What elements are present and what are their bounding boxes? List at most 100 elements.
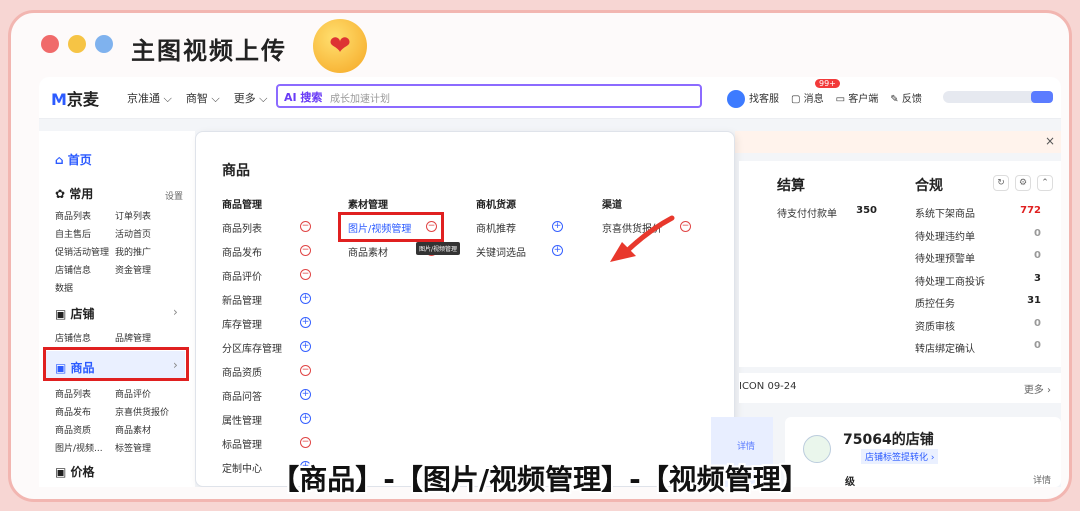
remove-favorite-icon[interactable]: − xyxy=(300,437,311,448)
compliance-label[interactable]: 转店绑定确认 xyxy=(915,340,975,355)
common-items: 商品列表 订单列表 自主售后 活动首页 促销活动管理 我的推广 店铺信息 资金管… xyxy=(55,209,175,294)
ai-search-box[interactable]: AI 搜索 成长加速计划 xyxy=(276,84,702,108)
more-link[interactable]: 更多 › xyxy=(1024,381,1051,396)
list-item[interactable]: 促销活动管理 xyxy=(55,245,115,258)
menu-item[interactable]: 商品发布 xyxy=(222,244,262,259)
list-item[interactable]: 标签管理 xyxy=(115,441,175,454)
col-head-material: 素材管理 xyxy=(348,200,388,211)
list-item[interactable]: 店铺信息 xyxy=(55,263,115,276)
nav-shangzhi[interactable]: 商智 ⌵ xyxy=(186,90,220,106)
menu-item[interactable]: 商品列表 xyxy=(222,220,262,235)
feedback-button[interactable]: ✎ 反馈 xyxy=(890,90,922,108)
add-favorite-icon[interactable]: + xyxy=(300,389,311,400)
user-account[interactable] xyxy=(943,91,1053,103)
refresh-icon[interactable]: ↻ xyxy=(993,175,1009,191)
list-item[interactable]: 商品列表 xyxy=(55,209,115,222)
col-head-product-mgmt: 商品管理 xyxy=(222,200,262,211)
strip-date: ICON 09-24 xyxy=(739,381,797,392)
kiss-face-emoji-icon: ❤ xyxy=(313,19,367,73)
list-item[interactable]: 数据 xyxy=(55,281,115,294)
remove-favorite-icon[interactable]: − xyxy=(300,221,311,232)
list-item[interactable]: 商品发布 xyxy=(55,405,115,418)
sidebar-section-store[interactable]: ▣ 店铺 xyxy=(55,305,95,322)
compliance-value: 3 xyxy=(1034,272,1041,284)
list-item[interactable]: 商品素材 xyxy=(115,423,175,436)
list-item[interactable]: 我的推广 xyxy=(115,245,175,258)
compliance-label[interactable]: 待处理预警单 xyxy=(915,250,975,265)
avatar xyxy=(1031,91,1053,103)
list-item[interactable]: 商品评价 xyxy=(115,387,175,400)
menu-item[interactable]: 新品管理 xyxy=(222,292,262,307)
add-favorite-icon[interactable]: + xyxy=(300,341,311,352)
red-arrow-icon xyxy=(610,215,675,262)
settle-value: 350 xyxy=(856,205,877,216)
menu-item[interactable]: 分区库存管理 xyxy=(222,340,282,355)
list-item[interactable]: 资金管理 xyxy=(115,263,175,276)
common-settings-link[interactable]: 设置 xyxy=(165,189,183,202)
remove-favorite-icon[interactable]: − xyxy=(300,245,311,256)
list-item[interactable]: 自主售后 xyxy=(55,227,115,240)
app-logo[interactable]: M京麦 xyxy=(51,86,99,110)
list-item[interactable]: 活动首页 xyxy=(115,227,175,240)
nav-jingzhuntong[interactable]: 京准通 ⌵ xyxy=(127,90,172,106)
section-strip: ICON 09-24 更多 › xyxy=(739,373,1061,403)
menu-item[interactable]: 标品管理 xyxy=(222,436,262,451)
compliance-label[interactable]: 待处理违约单 xyxy=(915,228,975,243)
gear-icon[interactable]: ⚙ xyxy=(1015,175,1031,191)
panel-title: 商品 xyxy=(222,163,250,179)
notice-bar: × xyxy=(735,131,1061,153)
chevron-right-icon: › xyxy=(173,305,178,319)
service-button[interactable]: 找客服 xyxy=(727,90,779,108)
highlight-box-product xyxy=(43,347,189,381)
compliance-label[interactable]: 系统下架商品 xyxy=(915,205,975,220)
detail-link[interactable]: 详情 xyxy=(737,439,755,452)
menu-item[interactable]: 商品资质 xyxy=(222,364,262,379)
list-item[interactable]: 品牌管理 xyxy=(115,331,175,344)
compliance-label[interactable]: 质控任务 xyxy=(915,295,955,310)
nav-more[interactable]: 更多 ⌵ xyxy=(234,90,268,106)
add-favorite-icon[interactable]: + xyxy=(300,413,311,424)
remove-favorite-icon[interactable]: − xyxy=(300,269,311,280)
menu-item[interactable]: 商机推荐 xyxy=(476,220,516,235)
list-item[interactable]: 商品列表 xyxy=(55,387,115,400)
menu-item[interactable]: 商品问答 xyxy=(222,388,262,403)
sidebar-section-common[interactable]: ✿ 常用 xyxy=(55,185,93,202)
messages-button[interactable]: ▢ 消息 xyxy=(791,90,824,108)
list-item[interactable]: 图片/视频... xyxy=(55,441,115,454)
add-favorite-icon[interactable]: + xyxy=(552,245,563,256)
col-head-channel: 渠道 xyxy=(602,200,622,211)
compliance-label[interactable]: 资质审核 xyxy=(915,318,955,333)
robot-icon xyxy=(727,90,745,108)
ai-search-label: AI 搜索 xyxy=(284,91,323,104)
menu-item[interactable]: 商品素材 xyxy=(348,244,388,259)
chevron-up-icon[interactable]: ⌃ xyxy=(1037,175,1053,191)
window-dots xyxy=(41,35,113,53)
frame-title: 主图视频上传 xyxy=(131,37,287,65)
menu-item[interactable]: 属性管理 xyxy=(222,412,262,427)
top-nav: 京准通 ⌵ 商智 ⌵ 更多 ⌵ xyxy=(127,90,268,106)
list-item[interactable]: 店铺信息 xyxy=(55,331,115,344)
menu-item[interactable]: 商品评价 xyxy=(222,268,262,283)
store-name: 75064的店铺 xyxy=(843,432,934,448)
list-item[interactable]: 商品资质 xyxy=(55,423,115,436)
screenshot-frame: 主图视频上传 ❤ M京麦 京准通 ⌵ 商智 ⌵ 更多 ⌵ AI 搜索 成长加速计… xyxy=(8,10,1072,502)
add-favorite-icon[interactable]: + xyxy=(552,221,563,232)
top-tools: 找客服 ▢ 消息 ▭ 客户端 ✎ 反馈 xyxy=(727,90,922,108)
menu-item[interactable]: 关键词选品 xyxy=(476,244,526,259)
tooltip: 图片/视频管理 xyxy=(416,242,461,255)
remove-favorite-icon[interactable]: − xyxy=(300,365,311,376)
settle-label[interactable]: 待支付付款单 xyxy=(777,205,837,220)
close-icon[interactable]: × xyxy=(1045,134,1055,148)
product-mega-menu: 商品 商品管理 素材管理 商机货源 渠道 商品列表 − 商品发布 − 商品评价 − 新品管理… xyxy=(195,131,735,487)
client-button[interactable]: ▭ 客户端 xyxy=(836,90,879,108)
add-favorite-icon[interactable]: + xyxy=(300,293,311,304)
add-favorite-icon[interactable]: + xyxy=(300,317,311,328)
menu-item[interactable]: 库存管理 xyxy=(222,316,262,331)
sidebar-item-home[interactable]: ⌂ 首页 xyxy=(55,151,92,168)
list-item[interactable]: 订单列表 xyxy=(115,209,175,222)
blue-dot xyxy=(95,35,113,53)
top-bar: M京麦 京准通 ⌵ 商智 ⌵ 更多 ⌵ AI 搜索 成长加速计划 找客服 ▢ 消… xyxy=(39,77,1061,119)
list-item[interactable]: 京喜供货报价 xyxy=(115,405,175,418)
settle-title: 结算 xyxy=(777,178,805,194)
compliance-label[interactable]: 待处理工商投诉 xyxy=(915,273,985,288)
